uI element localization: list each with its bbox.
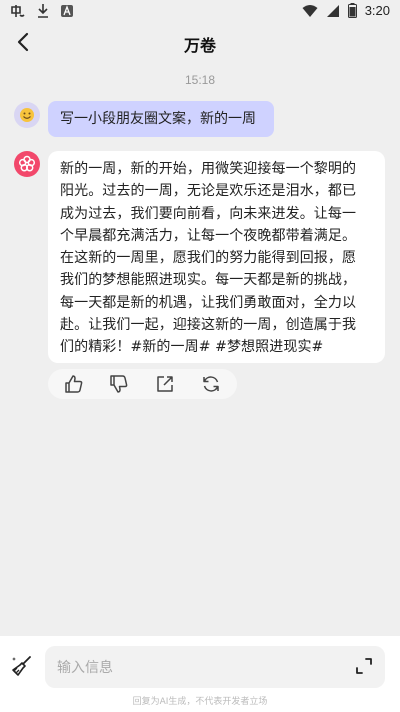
status-left (10, 3, 74, 19)
ai-message-line: 在这新的一周里，愿我们的努力能得到回报，愿 (60, 250, 357, 267)
ai-message-line: 我们的梦想能照进现实。每一天都是新的挑战， (60, 272, 357, 289)
composer-bar: 输入信息 回复为AI生成，不代表开发者立场 (0, 636, 400, 712)
message-timestamp: 15:18 (184, 73, 216, 87)
ai-message-line: 赴。让我们一起，迎接这新的一周，创造属于我 (60, 317, 357, 334)
status-bar: 3:20 (0, 0, 400, 24)
ai-message-line: 阳光。过去的一周，无论是欢乐还是泪水，都已 (60, 183, 357, 200)
ai-message-bubble[interactable]: 新的一周，新的开始，用微笑迎接每一个黎明的 阳光。过去的一周，无论是欢乐还是泪水… (48, 151, 385, 363)
ai-message-line: 每一天都是新的机遇，让我们勇敢面对，全力以 (60, 294, 357, 311)
page-title: 万卷 (183, 36, 216, 55)
broom-icon[interactable] (10, 654, 34, 678)
thumbs-down-icon[interactable] (109, 374, 129, 394)
font-icon (61, 5, 73, 17)
ai-avatar[interactable] (14, 151, 40, 177)
wifi-icon (302, 4, 318, 17)
download-icon (38, 4, 48, 18)
ai-message-line: 成为过去，我们要向前看，向未来进发。让每一 (60, 205, 357, 222)
ai-disclaimer: 回复为AI生成，不代表开发者立场 (132, 697, 268, 707)
signal-icon (326, 4, 339, 17)
message-input-placeholder: 输入信息 (57, 660, 113, 676)
ai-logo-icon (18, 155, 36, 172)
ai-message-line: 新的一周，新的开始，用微笑迎接每一个黎明的 (60, 161, 357, 177)
user-message-bubble[interactable]: 写一小段朋友圈文案，新的一周 (48, 101, 274, 137)
thumbs-up-icon[interactable] (64, 374, 84, 394)
battery-icon (347, 3, 357, 18)
user-avatar[interactable] (14, 102, 40, 128)
app-logo-icon (11, 5, 25, 17)
expand-icon[interactable] (355, 657, 373, 675)
share-icon[interactable] (155, 374, 175, 394)
status-time: 3:20 (364, 3, 390, 18)
message-input[interactable]: 输入信息 (45, 646, 385, 688)
top-bar: 万卷 (0, 24, 400, 62)
status-right: 3:20 (302, 3, 390, 18)
smiley-face-icon (20, 108, 34, 122)
message-actions (48, 369, 237, 399)
ai-message-line: 们的精彩！#新的一周# #梦想照进现实# (60, 339, 324, 356)
ai-message-line: 个早晨都充满活力，让每一个夜晚都带着满足。 (60, 227, 357, 244)
regenerate-icon[interactable] (201, 374, 221, 394)
